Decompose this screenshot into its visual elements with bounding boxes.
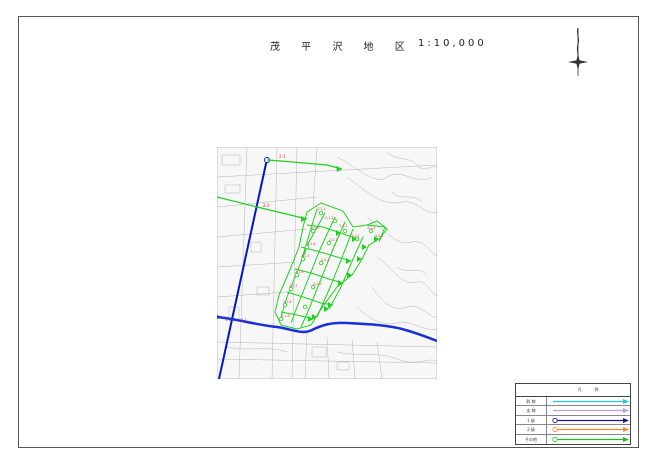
north-arrow-icon xyxy=(568,27,588,76)
legend-label: 1 級 xyxy=(516,415,547,425)
svg-text:2-2-2: 2-2-2 xyxy=(321,258,329,262)
svg-text:2-1-6: 2-1-6 xyxy=(295,270,303,274)
area-map: 2-1-1 2-1-2 2-1-3 2-1-4 2-1-5 2-1-6 2-1-7 2-… xyxy=(217,147,437,379)
svg-text:2-1-1: 2-1-1 xyxy=(317,207,325,211)
legend-row-trunk: 幹 線 xyxy=(516,397,630,407)
legend-label: 2 級 xyxy=(516,425,547,434)
svg-text:3-2-1: 3-2-1 xyxy=(367,226,375,230)
lavender-line-icon xyxy=(553,408,629,414)
channel-label-3: 3-1 xyxy=(225,318,231,322)
svg-text:2-1-8: 2-1-8 xyxy=(283,300,291,304)
navy-line-icon xyxy=(552,417,629,423)
channel-label-4: 3-2 xyxy=(241,318,247,322)
svg-text:3-2-2: 3-2-2 xyxy=(375,234,383,238)
legend-header: 凡 例 xyxy=(516,384,630,397)
legend-label: その他 xyxy=(516,434,547,444)
orange-line-icon xyxy=(552,427,629,433)
channel-label-2: 2-2 xyxy=(263,203,270,208)
legend-row-class2: 2 級 xyxy=(516,425,630,435)
svg-text:2-1-3: 2-1-3 xyxy=(311,226,319,230)
legend: 凡 例 幹 線 支 線 1 級 2 級 その他 xyxy=(515,383,631,445)
map-title: 茂 平 沢 地 区 xyxy=(270,42,414,53)
legend-label: 支 線 xyxy=(516,406,547,415)
legend-label: 幹 線 xyxy=(516,397,547,406)
legend-row-class1: 1 級 xyxy=(516,415,630,426)
svg-text:2-1-4: 2-1-4 xyxy=(307,242,315,246)
svg-text:2-1-7: 2-1-7 xyxy=(289,284,297,288)
legend-row-branch: 支 線 xyxy=(516,406,630,416)
svg-text:2-2-3: 2-2-3 xyxy=(313,282,321,286)
map-scale: 1:10,000 xyxy=(418,38,487,49)
svg-text:2-1-2: 2-1-2 xyxy=(325,216,333,220)
cyan-line-icon xyxy=(553,399,629,404)
svg-text:2-1-5: 2-1-5 xyxy=(301,254,309,258)
svg-text:3-1-2: 3-1-2 xyxy=(351,234,359,238)
svg-text:2-2-1: 2-2-1 xyxy=(329,238,337,242)
legend-title-right: 例 xyxy=(594,387,599,392)
green-line-icon xyxy=(552,436,629,442)
svg-text:3-1-1: 3-1-1 xyxy=(339,224,347,228)
svg-text:2-1-9: 2-1-9 xyxy=(281,314,289,318)
channel-label-1: 2-1 xyxy=(279,154,286,159)
legend-title-left: 凡 xyxy=(577,387,582,392)
legend-row-other: その他 xyxy=(516,434,630,444)
